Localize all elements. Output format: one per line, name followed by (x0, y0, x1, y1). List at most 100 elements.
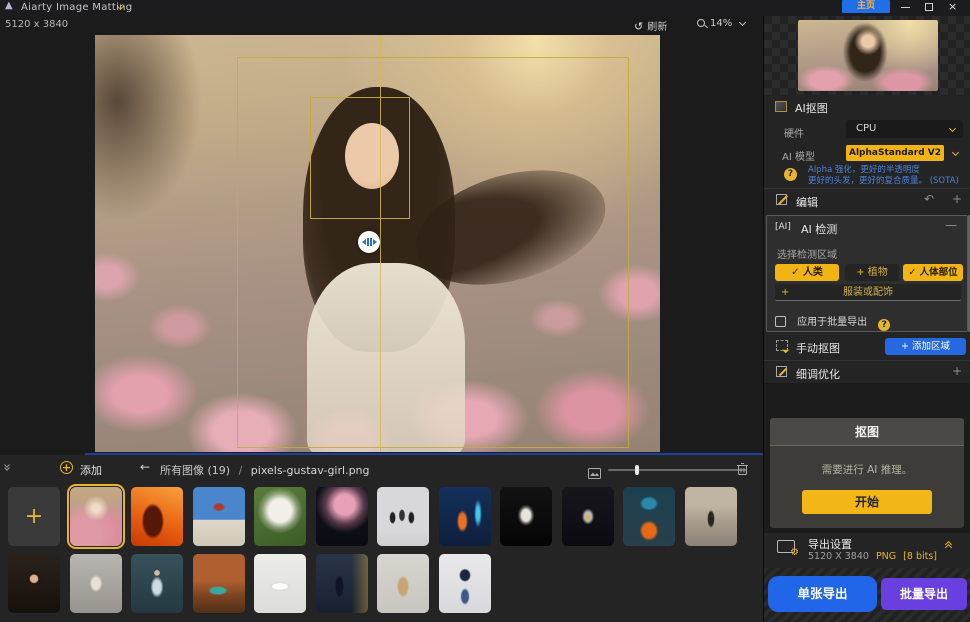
ai-model-pill[interactable]: AlphaStandard V2 (846, 145, 944, 161)
thumb-jumping-group[interactable] (377, 487, 429, 546)
detect-body-parts-button[interactable]: ✓ 人体部位 (903, 264, 963, 281)
export-buttons-zone: 单张导出 批量导出 (764, 568, 970, 622)
matting-panel-title: 抠图 (770, 418, 964, 446)
ai-matting-title: AI抠图 (795, 100, 828, 116)
edit-add-icon[interactable]: + (952, 192, 962, 206)
slider-handle[interactable] (635, 465, 639, 475)
thumb-dandelion[interactable] (254, 487, 306, 546)
delete-image-icon[interactable] (736, 461, 749, 480)
thumb-neon-woman[interactable] (439, 487, 491, 546)
close-icon[interactable]: × (948, 0, 957, 13)
apply-batch-label: 应用于批量导出 (797, 317, 867, 328)
app-window: ▲ Aiarty Image Matting 主页 × 5120 x 3840 … (0, 0, 970, 622)
thumb-praying-bride[interactable] (131, 554, 183, 613)
handle-bar-icon (370, 238, 372, 246)
maximize-icon[interactable] (925, 3, 933, 11)
ai-model-label: AI 模型 (782, 148, 815, 163)
thumb-dark-flower[interactable] (562, 487, 614, 546)
photo-girl-in-flower-field[interactable] (95, 35, 660, 452)
ai-model-chevron-down-icon[interactable] (952, 149, 959, 156)
handle-left-arrow-icon (362, 239, 366, 245)
refine-title: 细调优化 (796, 366, 840, 382)
image-dimensions-label: 5120 x 3840 (5, 19, 68, 30)
app-title: Aiarty Image Matting (21, 2, 132, 13)
apply-batch-checkbox[interactable] (775, 316, 786, 327)
back-arrow-icon[interactable]: ← (140, 460, 150, 474)
zoom-level: 14% (710, 18, 732, 29)
thumb-beach-person[interactable] (685, 487, 737, 546)
add-image-label[interactable]: 添加 (80, 462, 102, 478)
matting-panel-message: 需要进行 AI 推理。 (770, 462, 964, 477)
section-edit: 编辑 ↶ + (764, 192, 970, 212)
refine-add-icon[interactable]: + (952, 364, 962, 378)
hardware-chevron-down-icon (949, 125, 956, 132)
collapse-panel-icon[interactable] (5, 463, 9, 469)
thumbnail-row-1: + (0, 487, 763, 546)
undo-icon[interactable]: ↶ (924, 192, 934, 206)
thumb-smiling-woman[interactable] (8, 554, 60, 613)
breadcrumb-filename: pixels-gustav-girl.png (251, 464, 370, 477)
ai-detect-icon: [AI] (775, 222, 791, 232)
thumb-blue-hair-woman[interactable] (623, 487, 675, 546)
breadcrumb: 所有图像 (19) / pixels-gustav-girl.png (160, 462, 370, 478)
export-batch-button[interactable]: 批量导出 (881, 578, 967, 610)
detect-clothes-button[interactable]: +服装或配饰 (775, 284, 961, 301)
help-icon[interactable]: ? (784, 168, 797, 181)
handle-bar-icon (367, 238, 369, 246)
ai-matting-icon (775, 101, 787, 112)
add-image-tile[interactable]: + (8, 487, 60, 546)
thumbnail-size-slider[interactable] (608, 469, 746, 471)
add-region-button[interactable]: + 添加区域 (885, 338, 966, 355)
detection-box-face[interactable] (310, 97, 410, 219)
sidebar: AI抠图 硬件 CPU AI 模型 AlphaStandard V2 ? Alp… (763, 16, 970, 622)
titlebar: ▲ Aiarty Image Matting 主页 × (0, 0, 970, 16)
thumb-veiled-woman[interactable] (70, 554, 122, 613)
minimize-icon[interactable] (901, 7, 910, 8)
zoom-control[interactable]: 14% (697, 18, 745, 29)
preview-thumbnail[interactable] (798, 20, 938, 91)
export-format-label: PNG (876, 551, 896, 562)
preview-transparency-grid (764, 16, 970, 95)
zoom-chevron-down-icon (739, 19, 746, 26)
thumb-white-dove[interactable] (500, 487, 552, 546)
thumb-white-sofa[interactable] (254, 554, 306, 613)
compare-slider-handle[interactable] (358, 231, 380, 253)
hardware-label: 硬件 (784, 125, 804, 140)
matting-status-zone: 抠图 需要进行 AI 推理。 开始 (764, 383, 970, 533)
thumb-navy-jeans-model[interactable] (439, 554, 491, 613)
export-single-button[interactable]: 单张导出 (768, 576, 877, 612)
canvas-area: 5120 x 3840 ↺刷新 14% (0, 16, 763, 455)
thumb-runway-dark[interactable] (316, 554, 368, 613)
ai-model-hint: Alpha 强化，更好的半透明度 更好的头发，更好的复合质量。 (SOTA) (808, 165, 964, 187)
export-settings-title: 导出设置 (808, 536, 852, 552)
filmstrip-panel: + 添加 ← 所有图像 (19) / pixels-gustav-girl.pn… (0, 455, 763, 622)
thumb-teal-car[interactable] (193, 554, 245, 613)
detect-human-button[interactable]: ✓ 人类 (775, 264, 839, 281)
edit-title: 编辑 (796, 194, 818, 210)
thumb-girl-flowers[interactable] (70, 487, 122, 546)
start-inference-button[interactable]: 开始 (802, 490, 932, 514)
add-image-icon[interactable]: + (60, 461, 73, 474)
detect-plant-button[interactable]: + 植物 (845, 264, 899, 281)
collapse-section-icon[interactable]: — (945, 218, 957, 232)
detect-subtitle: 选择检测区域 (777, 246, 837, 261)
thumb-orange-silhouette[interactable] (131, 487, 183, 546)
ai-detect-panel: [AI] AI 检测 — 选择检测区域 ✓ 人类 + 植物 ✓ 人体部位 +服装… (766, 215, 968, 332)
refresh-icon: ↺ (634, 20, 643, 33)
hardware-select[interactable]: CPU (846, 120, 963, 138)
thumbnail-row-2 (0, 554, 763, 613)
thumb-jellyfish[interactable] (316, 487, 368, 546)
thumb-beige-coat-model[interactable] (377, 554, 429, 613)
refresh-button[interactable]: ↺刷新 (634, 18, 667, 33)
export-bits-label: [8 bits] (903, 551, 937, 562)
section-ai-matting: AI抠图 (764, 98, 970, 118)
breadcrumb-all-images[interactable]: 所有图像 (19) (160, 464, 230, 477)
detection-box-person[interactable] (237, 57, 629, 448)
home-button[interactable]: 主页 (842, 0, 890, 13)
thumbnail-size-icon (588, 464, 601, 483)
apply-batch-help-icon[interactable]: ? (878, 319, 890, 331)
matting-panel: 抠图 需要进行 AI 推理。 开始 (770, 418, 964, 528)
thumb-skateboarder[interactable] (193, 487, 245, 546)
export-collapse-chevrons-icon[interactable] (946, 542, 951, 548)
refine-icon (776, 366, 787, 377)
